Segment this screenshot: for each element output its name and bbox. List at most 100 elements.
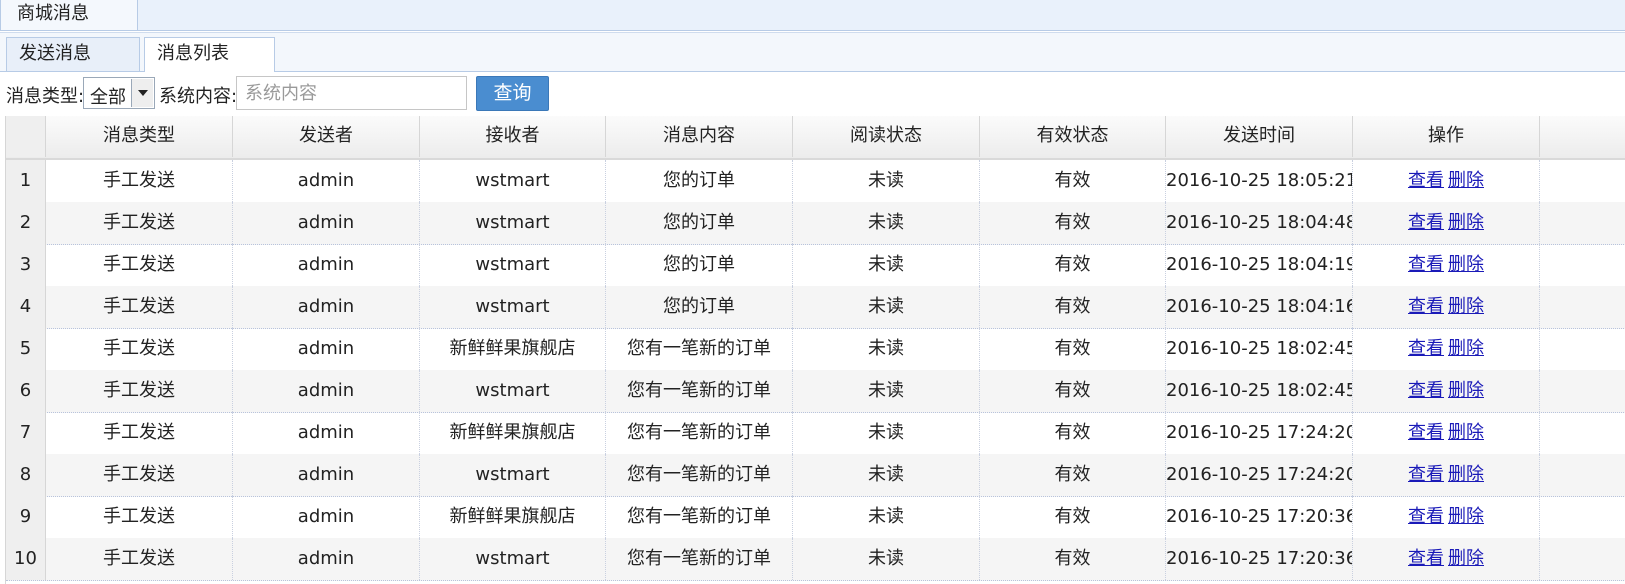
sender-cell: admin — [233, 370, 420, 412]
message-type-cell: 手工发送 — [46, 160, 233, 202]
table-row[interactable]: 3 手工发送 admin wstmart 您的订单 未读 有效 2016-10-25 18:0… — [6, 244, 1625, 287]
receiver-cell: wstmart — [420, 370, 606, 412]
column-header[interactable]: 消息类型 — [46, 116, 233, 157]
content-cell: 您的订单 — [606, 160, 793, 202]
read-status-cell: 未读 — [793, 286, 980, 328]
message-type-cell: 手工发送 — [46, 412, 233, 454]
delete-link[interactable]: 删除 — [1448, 170, 1484, 191]
tab-mall-messages[interactable]: 商城消息 — [0, 0, 138, 30]
actions-cell: 查看 删除 — [1353, 370, 1540, 412]
table-row[interactable]: 1 手工发送 admin wstmart 您的订单 未读 有效 2016-10-25 18:0… — [6, 160, 1625, 203]
row-number: 7 — [6, 412, 46, 454]
actions-cell: 查看 删除 — [1353, 412, 1540, 454]
valid-status-cell: 有效 — [980, 160, 1166, 202]
column-header[interactable]: 有效状态 — [980, 116, 1166, 157]
actions-cell: 查看 删除 — [1353, 286, 1540, 328]
read-status-cell: 未读 — [793, 328, 980, 370]
send-time-cell: 2016-10-25 17:24:20 — [1166, 412, 1353, 454]
sender-cell: admin — [233, 286, 420, 328]
table-row[interactable]: 2 手工发送 admin wstmart 您的订单 未读 有效 2016-10-25 18:0… — [6, 202, 1625, 245]
read-status-cell: 未读 — [793, 370, 980, 412]
row-filler — [1540, 412, 1625, 454]
dropdown-arrow-icon[interactable] — [131, 79, 153, 107]
delete-link[interactable]: 删除 — [1448, 422, 1484, 443]
view-link[interactable]: 查看 — [1408, 212, 1444, 233]
view-link[interactable]: 查看 — [1408, 380, 1444, 401]
actions-cell: 查看 删除 — [1353, 496, 1540, 538]
table-row[interactable]: 4 手工发送 admin wstmart 您的订单 未读 有效 2016-10-25 18:0… — [6, 286, 1625, 329]
receiver-cell: wstmart — [420, 244, 606, 286]
message-type-value: 全部 — [90, 87, 126, 108]
receiver-cell: 新鲜鲜果旗舰店 — [420, 412, 606, 454]
send-time-cell: 2016-10-25 18:02:45 — [1166, 328, 1353, 370]
tab-send-message[interactable]: 发送消息 — [6, 37, 140, 71]
sender-cell: admin — [233, 328, 420, 370]
view-link[interactable]: 查看 — [1408, 170, 1444, 191]
delete-link[interactable]: 删除 — [1448, 464, 1484, 485]
system-content-input[interactable] — [236, 76, 467, 110]
sender-cell: admin — [233, 202, 420, 244]
row-number: 2 — [6, 202, 46, 244]
content-cell: 您有一笔新的订单 — [606, 328, 793, 370]
table-row[interactable]: 6 手工发送 admin wstmart 您有一笔新的订单 未读 有效 2016-10-25 … — [6, 370, 1625, 413]
message-type-select[interactable]: 全部 — [83, 77, 155, 109]
read-status-cell: 未读 — [793, 202, 980, 244]
read-status-cell: 未读 — [793, 244, 980, 286]
receiver-cell: wstmart — [420, 454, 606, 496]
row-number: 8 — [6, 454, 46, 496]
row-number: 10 — [6, 538, 46, 580]
sender-cell: admin — [233, 496, 420, 538]
delete-link[interactable]: 删除 — [1448, 506, 1484, 527]
delete-link[interactable]: 删除 — [1448, 212, 1484, 233]
view-link[interactable]: 查看 — [1408, 254, 1444, 275]
column-header[interactable]: 发送时间 — [1166, 116, 1353, 157]
column-header[interactable]: 接收者 — [420, 116, 606, 157]
delete-link[interactable]: 删除 — [1448, 296, 1484, 317]
row-filler — [1540, 244, 1625, 286]
send-time-cell: 2016-10-25 18:04:16 — [1166, 286, 1353, 328]
view-link[interactable]: 查看 — [1408, 338, 1444, 359]
send-time-cell: 2016-10-25 17:20:36 — [1166, 496, 1353, 538]
table-row[interactable]: 8 手工发送 admin wstmart 您有一笔新的订单 未读 有效 2016-10-25 … — [6, 454, 1625, 497]
view-link[interactable]: 查看 — [1408, 548, 1444, 569]
column-header[interactable]: 发送者 — [233, 116, 420, 157]
delete-link[interactable]: 删除 — [1448, 548, 1484, 569]
view-link[interactable]: 查看 — [1408, 464, 1444, 485]
actions-cell: 查看 删除 — [1353, 160, 1540, 202]
column-header[interactable]: 消息内容 — [606, 116, 793, 157]
row-number: 6 — [6, 370, 46, 412]
receiver-cell: wstmart — [420, 538, 606, 580]
send-time-cell: 2016-10-25 17:20:36 — [1166, 538, 1353, 580]
table-row[interactable]: 5 手工发送 admin 新鲜鲜果旗舰店 您有一笔新的订单 未读 有效 2016-10-25 … — [6, 328, 1625, 371]
column-header[interactable]: 操作 — [1353, 116, 1540, 157]
message-type-cell: 手工发送 — [46, 286, 233, 328]
sender-cell: admin — [233, 454, 420, 496]
message-type-cell: 手工发送 — [46, 202, 233, 244]
valid-status-cell: 有效 — [980, 412, 1166, 454]
view-link[interactable]: 查看 — [1408, 506, 1444, 527]
view-link[interactable]: 查看 — [1408, 422, 1444, 443]
top-tab-bar: 商城消息 — [0, 0, 1625, 31]
query-button[interactable]: 查询 — [476, 76, 549, 111]
sender-cell: admin — [233, 160, 420, 202]
valid-status-cell: 有效 — [980, 286, 1166, 328]
table-row[interactable]: 10 手工发送 admin wstmart 您有一笔新的订单 未读 有效 2016-10-25… — [6, 538, 1625, 581]
view-link[interactable]: 查看 — [1408, 296, 1444, 317]
row-filler — [1540, 286, 1625, 328]
column-header[interactable]: 阅读状态 — [793, 116, 980, 157]
delete-link[interactable]: 删除 — [1448, 254, 1484, 275]
table-row[interactable]: 9 手工发送 admin 新鲜鲜果旗舰店 您有一笔新的订单 未读 有效 2016-10-25 … — [6, 496, 1625, 539]
table-row[interactable]: 7 手工发送 admin 新鲜鲜果旗舰店 您有一笔新的订单 未读 有效 2016-10-25 … — [6, 412, 1625, 455]
receiver-cell: wstmart — [420, 202, 606, 244]
tab-message-list[interactable]: 消息列表 — [144, 37, 275, 72]
message-type-cell: 手工发送 — [46, 496, 233, 538]
row-filler — [1540, 328, 1625, 370]
message-grid: 消息类型 发送者 接收者 消息内容 阅读状态 有效状态 发送时间 操作 1 手工发… — [5, 116, 1625, 584]
read-status-cell: 未读 — [793, 454, 980, 496]
row-filler — [1540, 454, 1625, 496]
delete-link[interactable]: 删除 — [1448, 338, 1484, 359]
actions-cell: 查看 删除 — [1353, 538, 1540, 580]
row-filler — [1540, 496, 1625, 538]
valid-status-cell: 有效 — [980, 454, 1166, 496]
delete-link[interactable]: 删除 — [1448, 380, 1484, 401]
